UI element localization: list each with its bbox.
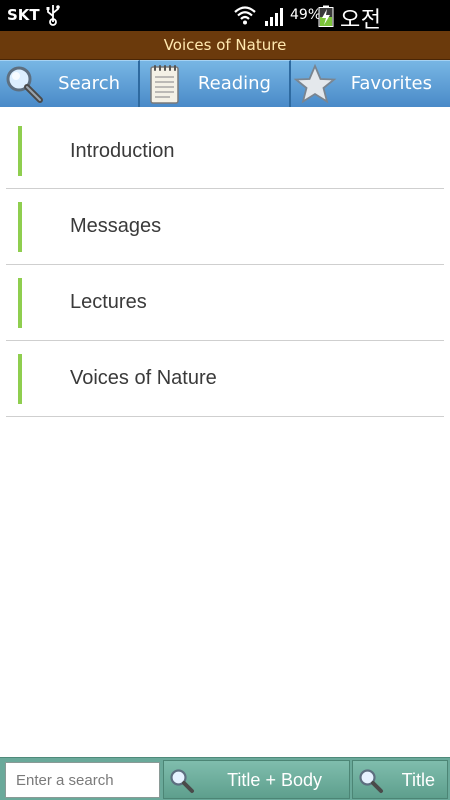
tab-search-label: Search [58, 73, 120, 94]
tab-bar: Search Reading Favorites [0, 60, 450, 107]
carrier-label: SKT [7, 6, 40, 24]
list-item-label: Introduction [70, 140, 175, 162]
magnifier-icon [170, 769, 194, 793]
tab-search[interactable]: Search [0, 60, 140, 107]
list-item-lectures[interactable]: Lectures [6, 265, 444, 341]
list-item-voices-of-nature[interactable]: Voices of Nature [6, 341, 444, 417]
notepad-icon [150, 65, 179, 104]
list-item-label: Voices of Nature [70, 367, 217, 389]
wifi-icon [234, 6, 256, 25]
signal-icon [265, 8, 283, 26]
bottom-search-bar: Title + Body Title [0, 757, 450, 800]
app-title-bar: Voices of Nature [0, 31, 450, 60]
list-item-accent [18, 202, 22, 252]
tab-reading[interactable]: Reading [140, 60, 291, 107]
search-title-body-button[interactable]: Title + Body [163, 760, 350, 799]
list-item-accent [18, 354, 22, 404]
tab-reading-label: Reading [197, 73, 271, 94]
tab-favorites[interactable]: Favorites [291, 60, 450, 107]
battery-charging-icon [318, 5, 334, 27]
battery-percent: 49% [290, 7, 322, 23]
search-input[interactable] [5, 762, 160, 798]
list-item-accent [18, 126, 22, 176]
star-icon [293, 63, 337, 104]
category-list: Introduction Messages Lectures Voices of… [6, 113, 444, 417]
list-item-introduction[interactable]: Introduction [6, 113, 444, 189]
magnifier-icon [359, 769, 383, 793]
list-item-accent [18, 278, 22, 328]
list-item-label: Messages [70, 215, 162, 237]
status-bar: SKT 49% 오전 12:01 [0, 0, 450, 59]
search-title-body-label: Title + Body [227, 770, 322, 790]
list-item-messages[interactable]: Messages [6, 189, 444, 265]
usb-icon [46, 5, 60, 26]
search-title-label: Title [401, 770, 435, 790]
magnifier-icon [6, 66, 43, 103]
app-title: Voices of Nature [163, 36, 287, 54]
tab-favorites-label: Favorites [350, 73, 432, 94]
search-title-button[interactable]: Title [352, 760, 448, 799]
list-item-label: Lectures [70, 291, 147, 313]
